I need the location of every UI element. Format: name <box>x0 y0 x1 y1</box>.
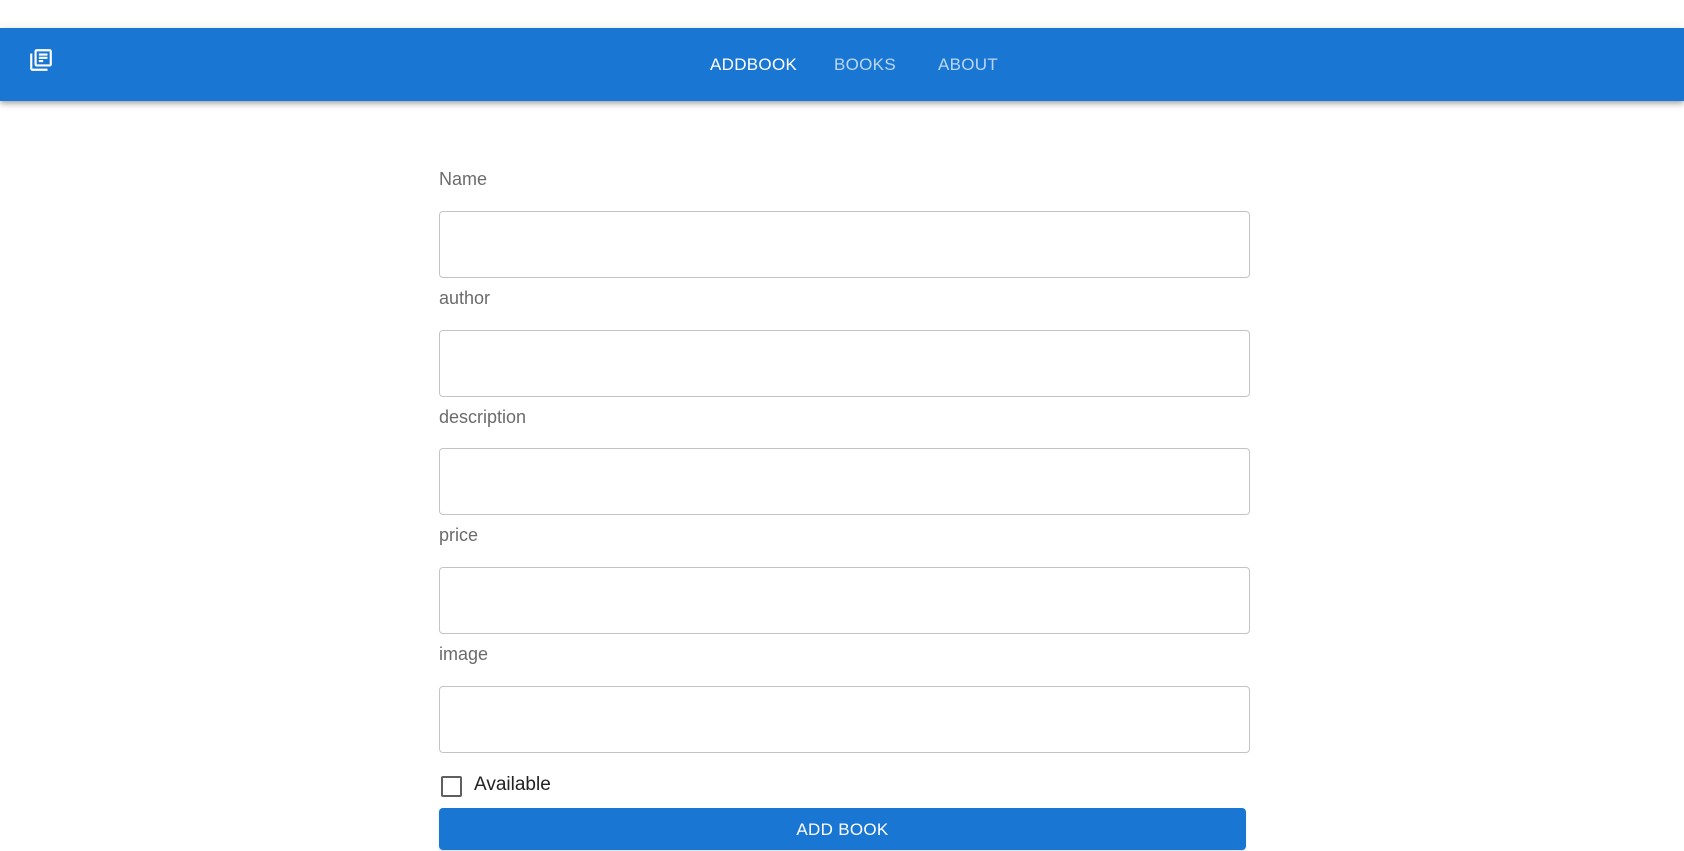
description-label: description <box>439 407 527 427</box>
author-input[interactable] <box>439 330 1250 397</box>
image-label: image <box>439 644 489 664</box>
app-bar: ADDBOOK BOOKS ABOUT <box>0 28 1684 101</box>
author-label: author <box>439 288 491 308</box>
tab-about[interactable]: ABOUT <box>938 28 998 101</box>
tab-addbook[interactable]: ADDBOOK <box>710 28 797 101</box>
name-input[interactable] <box>439 211 1250 278</box>
name-label: Name <box>439 169 488 189</box>
image-input[interactable] <box>439 686 1250 753</box>
price-input[interactable] <box>439 567 1250 634</box>
available-label[interactable]: Available <box>474 774 551 796</box>
tab-books[interactable]: BOOKS <box>834 28 896 101</box>
available-checkbox[interactable] <box>441 776 462 797</box>
nav-tabs: ADDBOOK BOOKS ABOUT <box>0 28 1684 101</box>
add-book-button[interactable]: ADD BOOK <box>439 808 1246 850</box>
price-label: price <box>439 525 479 545</box>
description-input[interactable] <box>439 448 1250 515</box>
